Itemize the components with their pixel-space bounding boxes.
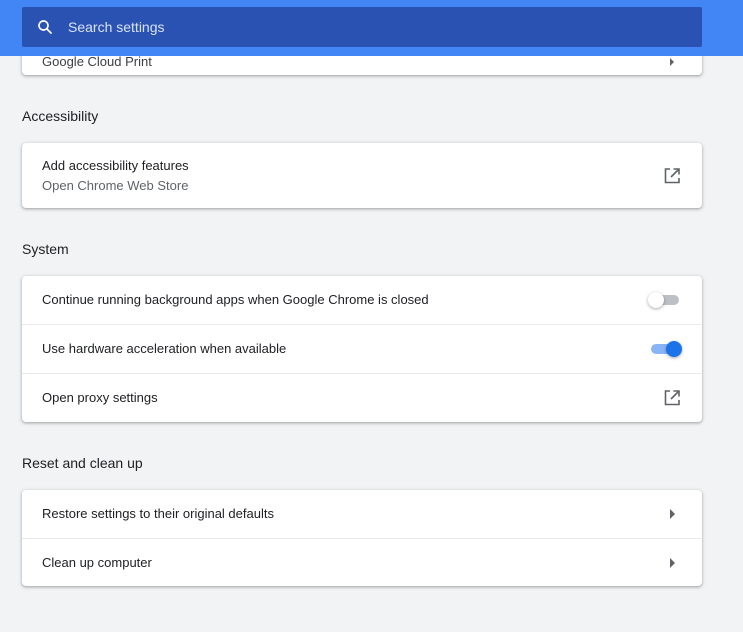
section-title-system: System bbox=[22, 241, 69, 257]
search-input[interactable] bbox=[68, 7, 668, 47]
hardware-acceleration-label: Use hardware acceleration when available bbox=[42, 341, 287, 356]
restore-defaults-label: Restore settings to their original defau… bbox=[42, 506, 274, 521]
chevron-right-icon bbox=[670, 58, 674, 66]
row-background-apps[interactable]: Continue running background apps when Go… bbox=[22, 276, 702, 324]
background-apps-toggle[interactable] bbox=[648, 291, 682, 309]
row-proxy-settings[interactable]: Open proxy settings bbox=[22, 373, 702, 423]
chevron-right-icon bbox=[670, 509, 675, 519]
row-add-accessibility-features[interactable]: Add accessibility features Open Chrome W… bbox=[22, 143, 702, 208]
search-icon bbox=[38, 20, 52, 34]
google-cloud-print-label: Google Cloud Print bbox=[42, 54, 152, 69]
hardware-acceleration-toggle[interactable] bbox=[648, 340, 682, 358]
toggle-knob bbox=[666, 341, 682, 357]
proxy-settings-label: Open proxy settings bbox=[42, 390, 158, 405]
external-link-icon[interactable] bbox=[663, 167, 681, 185]
section-title-accessibility: Accessibility bbox=[22, 108, 99, 124]
system-card: Continue running background apps when Go… bbox=[22, 276, 702, 422]
row-hardware-acceleration[interactable]: Use hardware acceleration when available bbox=[22, 324, 702, 373]
section-title-reset: Reset and clean up bbox=[22, 455, 143, 471]
toggle-knob bbox=[648, 292, 664, 308]
accessibility-card: Add accessibility features Open Chrome W… bbox=[22, 143, 702, 208]
row-clean-up-computer[interactable]: Clean up computer bbox=[22, 538, 702, 587]
open-chrome-web-store-sublabel: Open Chrome Web Store bbox=[42, 178, 189, 193]
reset-card: Restore settings to their original defau… bbox=[22, 490, 702, 586]
search-bar[interactable] bbox=[22, 7, 702, 47]
chevron-right-icon bbox=[670, 558, 675, 568]
row-restore-defaults[interactable]: Restore settings to their original defau… bbox=[22, 490, 702, 538]
background-apps-label: Continue running background apps when Go… bbox=[42, 292, 429, 307]
clean-up-computer-label: Clean up computer bbox=[42, 555, 152, 570]
add-accessibility-features-label: Add accessibility features bbox=[42, 158, 189, 173]
external-link-icon[interactable] bbox=[663, 389, 681, 407]
